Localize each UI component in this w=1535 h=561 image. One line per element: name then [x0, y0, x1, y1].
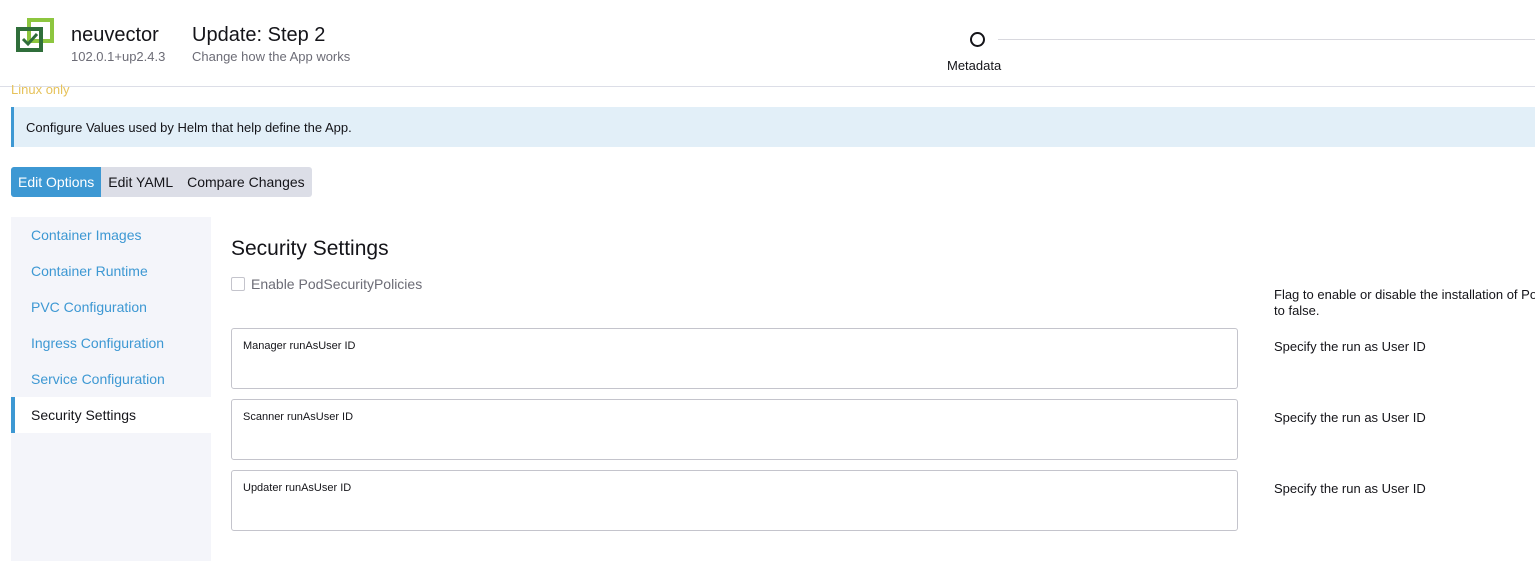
section-title: Security Settings [231, 237, 389, 260]
page-title: Update: Step 2 [192, 24, 326, 46]
sidenav-item-service-configuration[interactable]: Service Configuration [11, 361, 211, 397]
sidenav-item-security-settings[interactable]: Security Settings [11, 397, 211, 433]
sidenav-item-pvc-configuration[interactable]: PVC Configuration [11, 289, 211, 325]
stepper-step-icon[interactable] [970, 32, 985, 47]
updater-runasuser-description: Specify the run as User ID [1274, 481, 1426, 496]
updater-runasuser-field[interactable]: Updater runAsUser ID [231, 470, 1238, 531]
sidenav-item-ingress-configuration[interactable]: Ingress Configuration [11, 325, 211, 361]
info-banner: Configure Values used by Helm that help … [11, 107, 1535, 147]
page-header: neuvector 102.0.1+up2.4.3 Update: Step 2… [0, 0, 1535, 87]
stepper-connector [998, 39, 1535, 40]
tab-edit-options[interactable]: Edit Options [11, 167, 102, 197]
neuvector-logo-icon [15, 17, 57, 55]
manager-runasuser-input[interactable] [242, 359, 1222, 381]
manager-runasuser-description: Specify the run as User ID [1274, 339, 1426, 354]
podsecuritypolicies-description: Flag to enable or disable the installati… [1274, 287, 1535, 319]
updater-runasuser-input[interactable] [242, 501, 1222, 523]
scanner-runasuser-input[interactable] [242, 430, 1222, 452]
sidenav-item-container-runtime[interactable]: Container Runtime [11, 253, 211, 289]
podsecuritypolicies-description-line2: to false. [1274, 303, 1320, 318]
updater-runasuser-label: Updater runAsUser ID [243, 482, 352, 494]
manager-runasuser-field[interactable]: Manager runAsUser ID [231, 328, 1238, 389]
scanner-runasuser-description: Specify the run as User ID [1274, 410, 1426, 425]
app-version: 102.0.1+up2.4.3 [71, 49, 166, 64]
page-subtitle: Change how the App works [192, 49, 351, 64]
manager-runasuser-label: Manager runAsUser ID [243, 340, 356, 352]
info-banner-text: Configure Values used by Helm that help … [26, 119, 352, 135]
edit-mode-tabs: Edit Options Edit YAML Compare Changes [11, 167, 312, 197]
scanner-runasuser-label: Scanner runAsUser ID [243, 411, 354, 423]
settings-sidenav: Container Images Container Runtime PVC C… [11, 217, 211, 561]
stepper-step-label[interactable]: Metadata [947, 58, 1001, 73]
scanner-runasuser-field[interactable]: Scanner runAsUser ID [231, 399, 1238, 460]
tab-compare-changes[interactable]: Compare Changes [180, 167, 312, 197]
sidenav-item-container-images[interactable]: Container Images [11, 217, 211, 253]
enable-podsecuritypolicies-label[interactable]: Enable PodSecurityPolicies [251, 276, 422, 292]
tab-edit-yaml[interactable]: Edit YAML [101, 167, 180, 197]
os-note: Linux only [11, 82, 70, 97]
podsecuritypolicies-description-line1: Flag to enable or disable the installati… [1274, 287, 1535, 302]
app-name: neuvector [71, 24, 159, 46]
enable-podsecuritypolicies-checkbox[interactable] [231, 277, 245, 291]
enable-podsecuritypolicies-checkbox-row[interactable]: Enable PodSecurityPolicies [231, 276, 422, 292]
